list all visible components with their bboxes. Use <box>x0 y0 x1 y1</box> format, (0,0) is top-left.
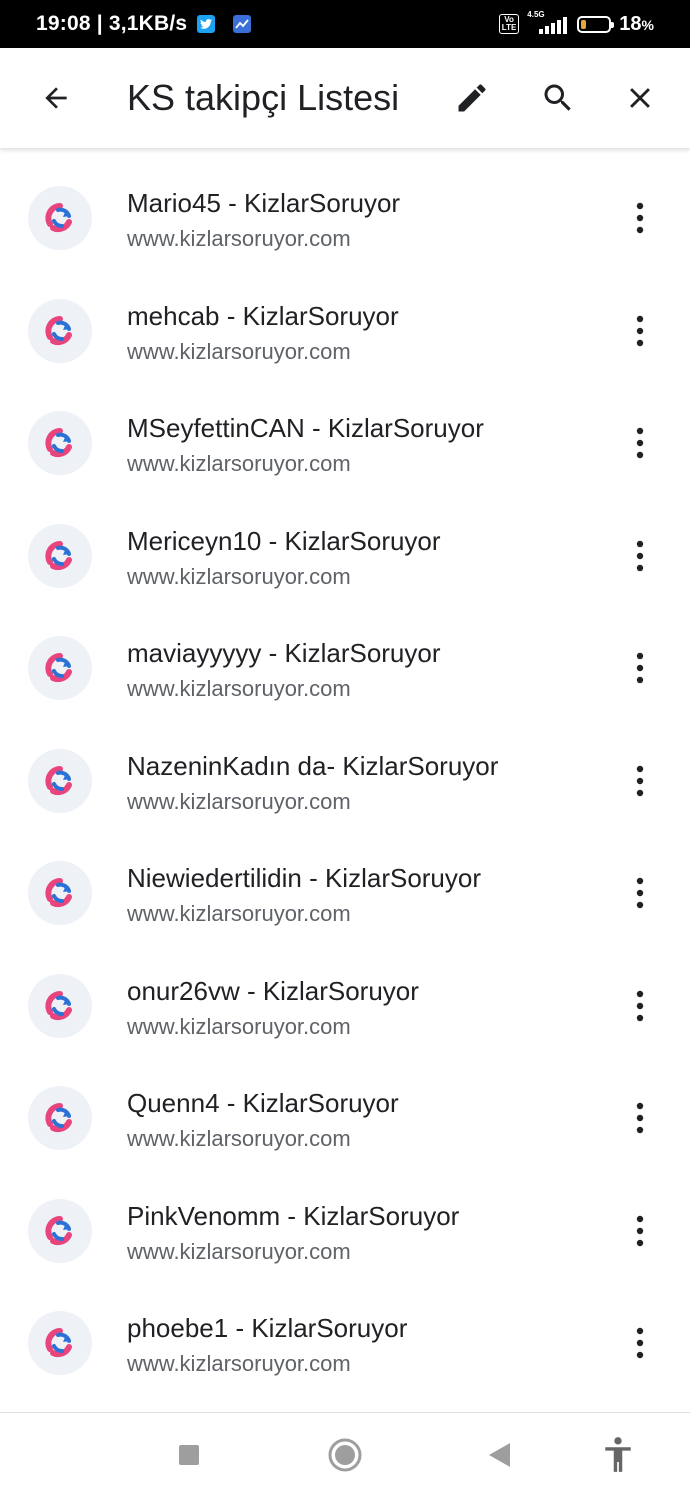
list-item[interactable]: maviayyyyy - KizlarSoruyor www.kizlarsor… <box>0 618 690 731</box>
site-favicon-icon <box>28 748 92 813</box>
time-and-speed: 19:08 | 3,1KB/s <box>36 12 188 35</box>
stats-chart-icon <box>233 15 252 33</box>
more-vert-icon <box>636 1327 644 1359</box>
site-favicon-icon <box>28 1198 92 1263</box>
more-vert-icon <box>636 765 644 796</box>
system-back-button[interactable] <box>475 1431 523 1479</box>
list-item[interactable]: NazeninKadın da- KizlarSoruyor www.kizla… <box>0 731 690 844</box>
status-bar-right: Vo LTE 4.5G 18% <box>498 0 654 48</box>
item-url: www.kizlarsoruyor.com <box>127 1013 351 1039</box>
site-favicon-icon <box>28 298 92 363</box>
bookmark-list: Mario45 - KizlarSoruyor www.kizlarsoruyo… <box>0 168 690 1406</box>
site-favicon-icon <box>28 411 92 475</box>
item-url: www.kizlarsoruyor.com <box>127 676 351 701</box>
more-options-button[interactable] <box>616 194 664 242</box>
item-url: www.kizlarsoruyor.com <box>127 901 351 926</box>
site-favicon-icon <box>28 523 92 588</box>
list-item[interactable]: Niewiedertilidin - KizlarSoruyor www.kiz… <box>0 843 690 956</box>
item-url: www.kizlarsoruyor.com <box>127 788 351 814</box>
site-favicon-icon <box>28 973 92 1038</box>
edit-button[interactable] <box>444 70 500 126</box>
list-item[interactable]: mehcab - KizlarSoruyor www.kizlarsoruyor… <box>0 281 690 394</box>
item-title: PinkVenomm - KizlarSoruyor <box>127 1200 460 1231</box>
more-vert-icon <box>636 990 644 1021</box>
item-url: www.kizlarsoruyor.com <box>127 1238 351 1264</box>
item-url: www.kizlarsoruyor.com <box>127 451 351 476</box>
recents-button[interactable] <box>165 1431 213 1479</box>
signal-icon: 4.5G <box>527 10 569 36</box>
twitter-icon <box>197 15 216 33</box>
more-options-button[interactable] <box>616 1094 664 1142</box>
more-options-button[interactable] <box>616 757 664 805</box>
site-favicon-icon <box>28 636 92 700</box>
volte-icon: Vo LTE <box>498 14 520 34</box>
item-url: www.kizlarsoruyor.com <box>127 226 351 251</box>
list-item[interactable]: onur26vw - KizlarSoruyor www.kizlarsoruy… <box>0 956 690 1069</box>
more-options-button[interactable] <box>616 532 664 580</box>
item-title: NazeninKadın da- KizlarSoruyor <box>127 750 499 781</box>
status-bar-left: 19:08 | 3,1KB/s <box>36 0 252 48</box>
battery-percent: 18% <box>619 12 654 35</box>
more-options-button[interactable] <box>616 644 664 692</box>
back-triangle-icon <box>489 1443 510 1467</box>
close-button[interactable] <box>612 70 668 126</box>
site-favicon-icon <box>28 861 92 925</box>
site-favicon-icon <box>28 186 92 250</box>
battery-fill <box>581 19 587 29</box>
list-item[interactable]: PinkVenomm - KizlarSoruyor www.kizlarsor… <box>0 1181 690 1294</box>
more-vert-icon <box>636 202 644 234</box>
more-options-button[interactable] <box>616 982 664 1030</box>
site-favicon-icon <box>28 1311 92 1375</box>
more-options-button[interactable] <box>616 419 664 467</box>
system-nav-bar <box>0 1412 690 1496</box>
close-icon <box>630 88 650 108</box>
item-url: www.kizlarsoruyor.com <box>127 1351 351 1376</box>
accessibility-button[interactable] <box>594 1431 642 1479</box>
list-item[interactable]: phoebe1 - KizlarSoruyor www.kizlarsoruyo… <box>0 1293 690 1406</box>
back-arrow-icon <box>45 87 67 109</box>
item-title: onur26vw - KizlarSoruyor <box>127 975 419 1006</box>
list-item[interactable]: Mericeyn10 - KizlarSoruyor www.kizlarsor… <box>0 506 690 619</box>
home-circle-icon <box>328 1438 362 1472</box>
page-title: KS takipçi Listesi <box>127 77 400 118</box>
edit-pencil-icon <box>458 84 486 112</box>
more-vert-icon <box>636 315 644 346</box>
more-options-button[interactable] <box>616 1319 664 1367</box>
more-vert-icon <box>636 652 644 684</box>
search-icon <box>544 84 571 111</box>
item-title: Mericeyn10 - KizlarSoruyor <box>127 525 441 556</box>
status-bar: 19:08 | 3,1KB/s Vo LTE 4.5G 18% <box>0 0 690 48</box>
more-vert-icon <box>636 1102 644 1134</box>
app-bar: KS takipçi Listesi <box>0 48 690 148</box>
search-button[interactable] <box>530 70 586 126</box>
more-options-button[interactable] <box>616 869 664 917</box>
list-item[interactable]: Quenn4 - KizlarSoruyor www.kizlarsoruyor… <box>0 1068 690 1181</box>
item-title: Niewiedertilidin - KizlarSoruyor <box>127 863 482 893</box>
accessibility-icon <box>605 1437 631 1472</box>
back-button[interactable] <box>28 70 84 126</box>
more-vert-icon <box>636 540 644 571</box>
item-title: phoebe1 - KizlarSoruyor <box>127 1313 408 1343</box>
list-item[interactable]: MSeyfettinCAN - KizlarSoruyor www.kizlar… <box>0 393 690 506</box>
more-options-button[interactable] <box>616 1207 664 1255</box>
home-button[interactable] <box>321 1431 369 1479</box>
item-url: www.kizlarsoruyor.com <box>127 338 351 364</box>
more-vert-icon <box>636 1215 644 1246</box>
item-title: Mario45 - KizlarSoruyor <box>127 188 401 218</box>
item-url: www.kizlarsoruyor.com <box>127 1126 351 1151</box>
item-title: maviayyyyy - KizlarSoruyor <box>127 638 441 668</box>
item-title: Quenn4 - KizlarSoruyor <box>127 1088 399 1118</box>
item-title: mehcab - KizlarSoruyor <box>127 300 399 331</box>
more-vert-icon <box>636 877 644 909</box>
recents-square-icon <box>179 1445 199 1465</box>
site-favicon-icon <box>28 1086 92 1150</box>
more-options-button[interactable] <box>616 307 664 355</box>
item-url: www.kizlarsoruyor.com <box>127 563 351 589</box>
more-vert-icon <box>636 427 644 459</box>
battery-icon <box>577 15 615 33</box>
item-title: MSeyfettinCAN - KizlarSoruyor <box>127 413 484 443</box>
list-item[interactable]: Mario45 - KizlarSoruyor www.kizlarsoruyo… <box>0 168 690 281</box>
